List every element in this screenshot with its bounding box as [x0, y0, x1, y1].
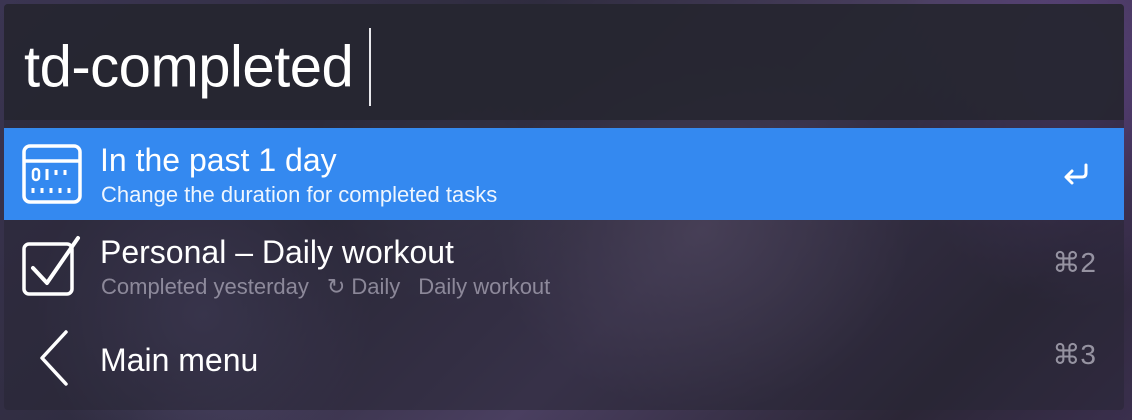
- repeat-icon: ↻: [326, 274, 346, 299]
- results-list: In the past 1 day Change the duration fo…: [4, 128, 1124, 404]
- result-title: In the past 1 day: [100, 142, 337, 178]
- completed-date: Completed yesterday: [101, 274, 309, 299]
- result-subtitle: Completed yesterday ↻ Daily Daily workout: [101, 274, 550, 300]
- result-title: Personal – Daily workout: [100, 234, 454, 270]
- enter-key-icon: [1064, 163, 1088, 185]
- recurrence-label: Daily: [351, 274, 401, 299]
- result-row-task[interactable]: Personal – Daily workout Completed yeste…: [4, 220, 1124, 312]
- shortcut-label: ⌘2: [1052, 247, 1096, 278]
- calendar-icon: [22, 144, 82, 204]
- result-row-main-menu[interactable]: Main menu ⌘3: [4, 312, 1124, 404]
- shortcut-label: ⌘3: [1052, 339, 1096, 370]
- search-query-text: td-completed: [24, 34, 354, 100]
- result-subtitle: Change the duration for completed tasks: [101, 182, 498, 207]
- text-caret: [369, 28, 372, 106]
- launcher-window: td-completed In the past 1 day Change th…: [4, 4, 1124, 410]
- task-name: Daily workout: [418, 274, 551, 299]
- checkbox-checked-icon: [22, 236, 80, 296]
- search-input[interactable]: td-completed: [24, 28, 372, 110]
- chevron-left-icon: [40, 330, 68, 386]
- result-row-duration[interactable]: In the past 1 day Change the duration fo…: [4, 128, 1124, 220]
- result-title: Main menu: [100, 342, 259, 378]
- search-bar[interactable]: td-completed: [4, 4, 1124, 120]
